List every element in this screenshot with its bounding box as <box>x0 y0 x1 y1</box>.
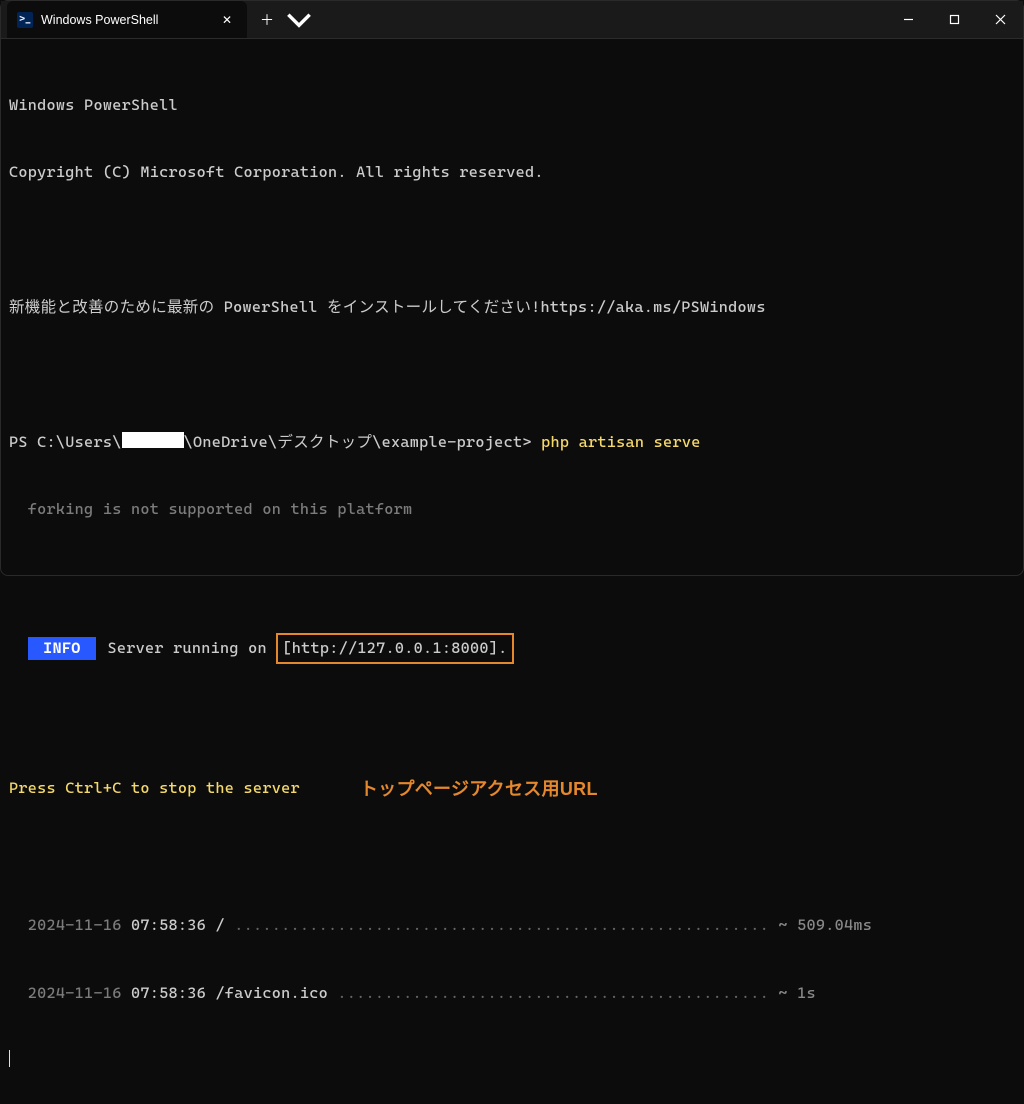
terminal-output[interactable]: Windows PowerShell Copyright (C) Microso… <box>1 39 1023 1104</box>
ps-update-msg: 新機能と改善のために最新の PowerShell をインストールしてください!h… <box>9 296 1015 318</box>
new-tab-button[interactable]: ＋ <box>251 4 283 36</box>
annotation-label: トップページアクセス用URL <box>360 776 598 802</box>
title-bar: >_ Windows PowerShell ✕ ＋ <box>1 1 1023 39</box>
window-controls <box>885 1 1023 38</box>
tabs-dropdown-icon[interactable] <box>283 4 315 36</box>
prompt-line: PS C:\Users\\OneDrive\デスクトップ\example-pro… <box>9 431 1015 453</box>
command: php artisan serve <box>541 433 701 451</box>
close-window-button[interactable] <box>977 1 1023 38</box>
request-log-1: 2024-11-16 07:58:36 / ..................… <box>9 914 1015 936</box>
ps-header: Windows PowerShell <box>9 94 1015 116</box>
close-tab-icon[interactable]: ✕ <box>219 12 235 28</box>
request-log-2: 2024-11-16 07:58:36 /favicon.ico .......… <box>9 982 1015 1004</box>
server-url: [http://127.0.0.1:8000]. <box>276 633 513 663</box>
cursor-line <box>9 1049 1015 1071</box>
stop-hint-line: Press Ctrl+C to stop the serverトップページアクセ… <box>9 776 1015 802</box>
info-badge: INFO <box>28 637 96 659</box>
minimize-button[interactable] <box>885 1 931 38</box>
maximize-button[interactable] <box>931 1 977 38</box>
redacted-username <box>122 432 184 448</box>
ps-copyright: Copyright (C) Microsoft Corporation. All… <box>9 161 1015 183</box>
cursor-icon <box>9 1050 10 1067</box>
tab-title: Windows PowerShell <box>41 13 211 27</box>
powershell-icon: >_ <box>17 12 33 28</box>
tab-powershell[interactable]: >_ Windows PowerShell ✕ <box>7 1 247 38</box>
warn-line: forking is not supported on this platfor… <box>9 498 1015 520</box>
info-line: INFO Server running on [http://127.0.0.1… <box>9 633 1015 663</box>
tabs-area: >_ Windows PowerShell ✕ ＋ <box>1 1 315 38</box>
